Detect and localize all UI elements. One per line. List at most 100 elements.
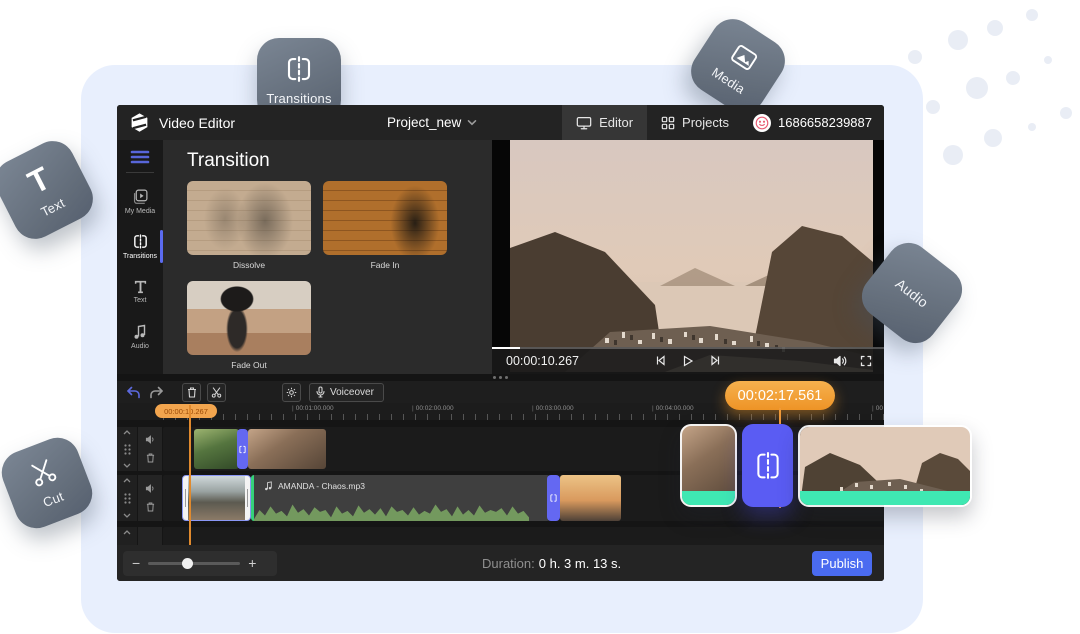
projects-tab[interactable]: Projects: [647, 105, 743, 140]
transitions-icon: [284, 54, 314, 84]
transition-card-dissolve[interactable]: Dissolve: [187, 181, 311, 270]
scissors-icon: [25, 455, 61, 491]
avatar[interactable]: [753, 114, 771, 132]
track-move-down-icon[interactable]: [123, 463, 131, 468]
video-clip[interactable]: [560, 475, 621, 521]
transitions-icon: [754, 449, 782, 483]
audio-note-icon: [133, 324, 147, 340]
sidebar-item-audio[interactable]: Audio: [117, 314, 163, 359]
preview-progress-bar[interactable]: [492, 347, 884, 349]
sidebar-item-transitions[interactable]: Transitions: [117, 224, 163, 269]
settings-button[interactable]: [282, 383, 301, 402]
page: Transitions Media Video Editor Project_n…: [0, 0, 1080, 634]
bottom-bar: − + Duration:0 h. 3 m. 13 s. Publish: [117, 545, 884, 581]
track-header: [117, 427, 162, 471]
duration-label: Duration:: [482, 556, 535, 571]
timeline-playhead[interactable]: [189, 405, 191, 545]
zoom-in-button[interactable]: +: [248, 556, 256, 570]
video-frame: [510, 140, 873, 372]
transition-thumbnail: [323, 181, 447, 255]
sidebar-item-label: My Media: [125, 208, 155, 215]
sidebar-item-label: Audio: [131, 343, 149, 350]
track-header: [117, 475, 162, 521]
account-id: 1686658239887: [778, 115, 872, 130]
panel-splitter[interactable]: [117, 374, 884, 381]
editor-tab[interactable]: Editor: [562, 105, 647, 140]
track-drag-handle[interactable]: [124, 493, 131, 504]
transition-label: Dissolve: [187, 260, 311, 270]
transitions-icon: [132, 233, 149, 250]
fullscreen-icon[interactable]: [860, 355, 872, 367]
track-move-up-icon[interactable]: [123, 430, 131, 435]
preview-timecode: 00:00:10.267: [492, 354, 579, 368]
next-frame-button[interactable]: [710, 355, 721, 366]
timeline-zoom-control: − +: [123, 551, 277, 576]
transition-card-fade-in[interactable]: Fade In: [323, 181, 447, 270]
transition-marker[interactable]: [237, 429, 248, 469]
zoom-slider-knob[interactable]: [182, 558, 193, 569]
preview-progress-played: [492, 347, 520, 349]
transitions-icon: [239, 445, 246, 454]
track-3: [117, 525, 884, 545]
zoomed-transition-block: [742, 424, 793, 507]
transition-card-fade-out[interactable]: Fade Out: [187, 281, 311, 370]
brand: Video Editor: [117, 112, 387, 133]
video-clip[interactable]: [248, 429, 326, 469]
prev-frame-button[interactable]: [656, 355, 667, 366]
zoom-out-button[interactable]: −: [132, 556, 140, 570]
track-mute-icon[interactable]: [145, 484, 156, 493]
transitions-badge-label: Transitions: [266, 91, 331, 106]
zoom-slider[interactable]: [148, 562, 240, 565]
account: 1686658239887: [743, 114, 884, 132]
sidebar-divider: [126, 172, 154, 173]
selected-video-clip[interactable]: [182, 475, 251, 521]
track-mute-icon[interactable]: [145, 435, 156, 444]
preview-controls: 00:00:10.267: [492, 347, 884, 374]
transition-label: Fade In: [323, 260, 447, 270]
clip-trim-handle-left[interactable]: [183, 476, 188, 520]
project-name: Project_new: [387, 115, 461, 130]
preview-area: 00:00:10.267: [492, 140, 884, 374]
text-badge-label: Text: [38, 195, 67, 220]
sidebar-item-text[interactable]: Text: [117, 269, 163, 314]
audio-clip[interactable]: AMANDA - Chaos.mp3: [251, 475, 550, 521]
playhead-time-pill[interactable]: 00:00:10.267: [155, 404, 217, 418]
undo-button[interactable]: [126, 386, 141, 399]
transition-panel: Transition Dissolve Fade In Fade Out: [163, 140, 492, 374]
play-button[interactable]: [683, 355, 694, 367]
transitions-icon: [550, 493, 557, 503]
editor-tab-label: Editor: [599, 115, 633, 130]
menu-icon[interactable]: [130, 150, 150, 164]
track-delete-icon[interactable]: [146, 453, 155, 463]
zoomed-clip-right: [798, 425, 972, 507]
scissors-icon: [211, 387, 222, 398]
clip-trim-handle-right[interactable]: [245, 476, 250, 520]
track-drag-handle[interactable]: [124, 444, 131, 455]
smiley-icon: [755, 116, 769, 130]
transition-label: Fade Out: [187, 360, 311, 370]
app-logo-icon: [129, 112, 150, 133]
ruler-label: 00:02:00.000: [412, 405, 454, 412]
delete-button[interactable]: [182, 383, 201, 402]
projects-tab-label: Projects: [682, 115, 729, 130]
track-delete-icon[interactable]: [146, 502, 155, 512]
cut-badge-label: Cut: [41, 489, 66, 510]
sidebar-item-my-media[interactable]: My Media: [117, 179, 163, 224]
video-clip[interactable]: [194, 429, 239, 469]
track-move-up-icon[interactable]: [123, 530, 131, 535]
volume-icon[interactable]: [833, 355, 847, 367]
track-move-up-icon[interactable]: [123, 478, 131, 483]
sidebar-item-label: Transitions: [123, 253, 157, 260]
audio-badge-label: Audio: [893, 275, 932, 310]
top-nav: Editor Projects 1686658239887: [562, 105, 884, 140]
track-move-down-icon[interactable]: [123, 513, 131, 518]
sidebar: My Media Transitions Text Audio: [117, 140, 163, 381]
voiceover-button[interactable]: Voiceover: [309, 383, 384, 402]
cut-button[interactable]: [207, 383, 226, 402]
project-selector[interactable]: Project_new: [387, 115, 477, 130]
video-editor-window: Video Editor Project_new Editor Projec: [117, 105, 884, 581]
redo-button[interactable]: [149, 386, 164, 399]
publish-button[interactable]: Publish: [812, 551, 872, 576]
transition-marker[interactable]: [547, 475, 560, 521]
duration-readout: Duration:0 h. 3 m. 13 s.: [482, 556, 621, 571]
